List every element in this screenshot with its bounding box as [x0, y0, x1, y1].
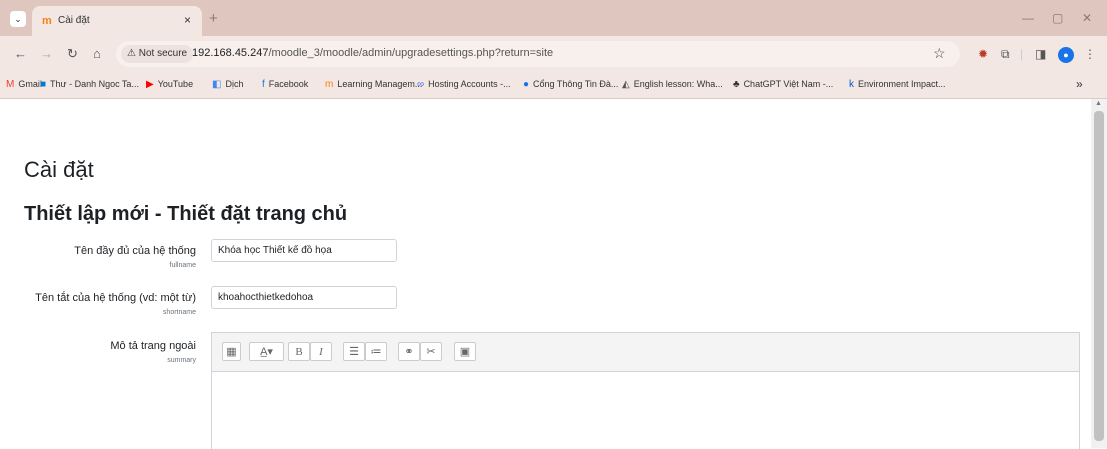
bookmark-label: YouTube [157, 79, 194, 89]
minimize-icon[interactable]: — [1022, 11, 1034, 25]
bookmark-label: Cổng Thông Tin Đà... [533, 79, 619, 89]
link-icon[interactable]: ⚭ [398, 342, 420, 361]
fullname-input[interactable]: Khóa học Thiết kế đồ họa [211, 239, 397, 262]
tab-title: Cài đặt [58, 15, 90, 26]
summary-editor[interactable]: ▦ A̲▾ B I ☰ ≔ ⚭ ✂ ▣ [211, 332, 1080, 449]
bookmark-favicon-icon: ● [523, 79, 530, 90]
side-panel-icon[interactable]: ◨ [1035, 47, 1046, 61]
bookmark-favicon-icon: M [6, 79, 15, 90]
close-window-icon[interactable]: ✕ [1082, 11, 1092, 25]
bookmark-favicon-icon: ◭ [622, 79, 630, 90]
bookmarks-bar: M Gmail ■ Thư - Danh Ngoc Ta... ▶ YouTube ◧ Dịc… [0, 74, 1107, 99]
extension-icon[interactable]: ✹ [978, 47, 988, 61]
extensions-puzzle-icon[interactable]: ⧉ [1001, 47, 1010, 62]
italic-icon[interactable]: I [310, 342, 332, 361]
bookmark-label: Dịch [225, 79, 244, 89]
scroll-up-icon[interactable]: ▲ [1095, 100, 1102, 107]
url-host: 192.168.45.247 [192, 47, 269, 59]
menu-kebab-icon[interactable]: ⋮ [1084, 47, 1096, 61]
tab-search-chevron-icon[interactable]: ⌄ [10, 11, 26, 27]
unlink-icon[interactable]: ✂ [420, 342, 442, 361]
fullname-label: Tên đầy đủ của hệ thống [74, 245, 196, 257]
url-path: /moodle_3/moodle/admin/upgradesettings.p… [268, 47, 554, 59]
bookmark-item[interactable]: ◧ Dịch [212, 79, 243, 90]
bookmark-label: Hosting Accounts -... [428, 79, 511, 89]
bookmark-favicon-icon: k [849, 79, 854, 90]
summary-key: summary [167, 357, 196, 364]
reload-icon[interactable]: ↻ [67, 46, 78, 62]
home-icon[interactable]: ⌂ [93, 46, 101, 61]
bookmark-item[interactable]: f Facebook [262, 79, 308, 90]
bookmark-favicon-icon: m [325, 79, 334, 90]
ordered-list-icon[interactable]: ≔ [365, 342, 387, 361]
bookmark-favicon-icon: ∞ [417, 79, 425, 90]
address-bar[interactable]: ⚠ Not secure 192.168.45.247/moodle_3/moo… [116, 41, 960, 67]
url-text[interactable]: 192.168.45.247/moodle_3/moodle/admin/upg… [192, 47, 553, 59]
bookmark-item[interactable]: M Gmail [6, 79, 42, 90]
bookmark-item[interactable]: ♣ ChatGPT Việt Nam -... [733, 79, 833, 90]
maximize-icon[interactable]: ▢ [1052, 11, 1063, 25]
tab-strip: ⌄ m Cài đặt × + — ▢ ✕ [0, 0, 1107, 36]
tab-close-icon[interactable]: × [184, 13, 191, 27]
toolbar-toggle-icon[interactable]: ▦ [222, 342, 241, 361]
bookmark-label: Thư - Danh Ngoc Ta... [50, 79, 139, 89]
image-icon[interactable]: ▣ [454, 342, 476, 361]
moodle-favicon-icon: m [42, 15, 52, 27]
bookmark-favicon-icon: ■ [40, 79, 47, 90]
shortname-key: shortname [162, 309, 196, 316]
editor-toolbar: ▦ A̲▾ B I ☰ ≔ ⚭ ✂ ▣ [212, 333, 1079, 372]
bookmark-label: ChatGPT Việt Nam -... [743, 79, 834, 89]
unordered-list-icon[interactable]: ☰ [343, 342, 365, 361]
bookmark-item[interactable]: ■ Thư - Danh Ngoc Ta... [40, 79, 139, 90]
bookmark-favicon-icon: f [262, 79, 265, 90]
bookmark-item[interactable]: ◭ English lesson: Wha... [622, 79, 723, 90]
bookmark-label: Learning Managem... [337, 79, 423, 89]
shortname-input[interactable]: khoahocthietkedohoa [211, 286, 397, 309]
toolbar-divider: | [1020, 47, 1024, 61]
profile-avatar[interactable]: ● [1058, 47, 1074, 63]
bookmark-item[interactable]: ∞ Hosting Accounts -... [417, 79, 511, 90]
bookmark-label: Facebook [268, 79, 309, 89]
new-tab-icon[interactable]: + [209, 10, 218, 27]
bookmark-label: Environment Impact... [858, 79, 946, 89]
bookmark-label: Gmail [18, 79, 42, 89]
paragraph-style-icon[interactable]: A̲▾ [249, 342, 284, 361]
fullname-key: fullname [169, 262, 196, 269]
shortname-label: Tên tắt của hệ thống (vd: một từ) [35, 292, 196, 304]
not-secure-badge[interactable]: ⚠ Not secure [121, 45, 194, 63]
bookmark-item[interactable]: ● Cổng Thông Tin Đà... [523, 79, 618, 90]
bookmark-item[interactable]: ▶ YouTube [146, 79, 193, 90]
section-title: Thiết lập mới - Thiết đặt trang chủ [24, 203, 348, 225]
bookmark-item[interactable]: m Learning Managem... [325, 79, 422, 90]
browser-toolbar: ← → ↻ ⌂ ⚠ Not secure 192.168.45.247/mood… [0, 36, 1107, 74]
bookmarks-overflow-icon[interactable]: » [1076, 77, 1083, 91]
page-title: Cài đặt [24, 157, 94, 182]
scroll-thumb[interactable] [1094, 111, 1104, 441]
back-icon[interactable]: ← [14, 46, 27, 61]
bookmark-star-icon[interactable]: ☆ [933, 45, 946, 62]
forward-icon[interactable]: → [40, 46, 53, 61]
bookmark-label: English lesson: Wha... [633, 79, 723, 89]
browser-tab[interactable]: m Cài đặt × [32, 6, 202, 36]
summary-label: Mô tả trang ngoài [110, 340, 196, 352]
bold-icon[interactable]: B [288, 342, 310, 361]
bookmark-item[interactable]: k Environment Impact... [849, 79, 946, 90]
bookmark-favicon-icon: ▶ [146, 79, 154, 90]
bookmark-favicon-icon: ♣ [733, 79, 740, 90]
bookmark-favicon-icon: ◧ [212, 79, 222, 90]
page-scrollbar[interactable]: ▲ [1091, 99, 1107, 448]
